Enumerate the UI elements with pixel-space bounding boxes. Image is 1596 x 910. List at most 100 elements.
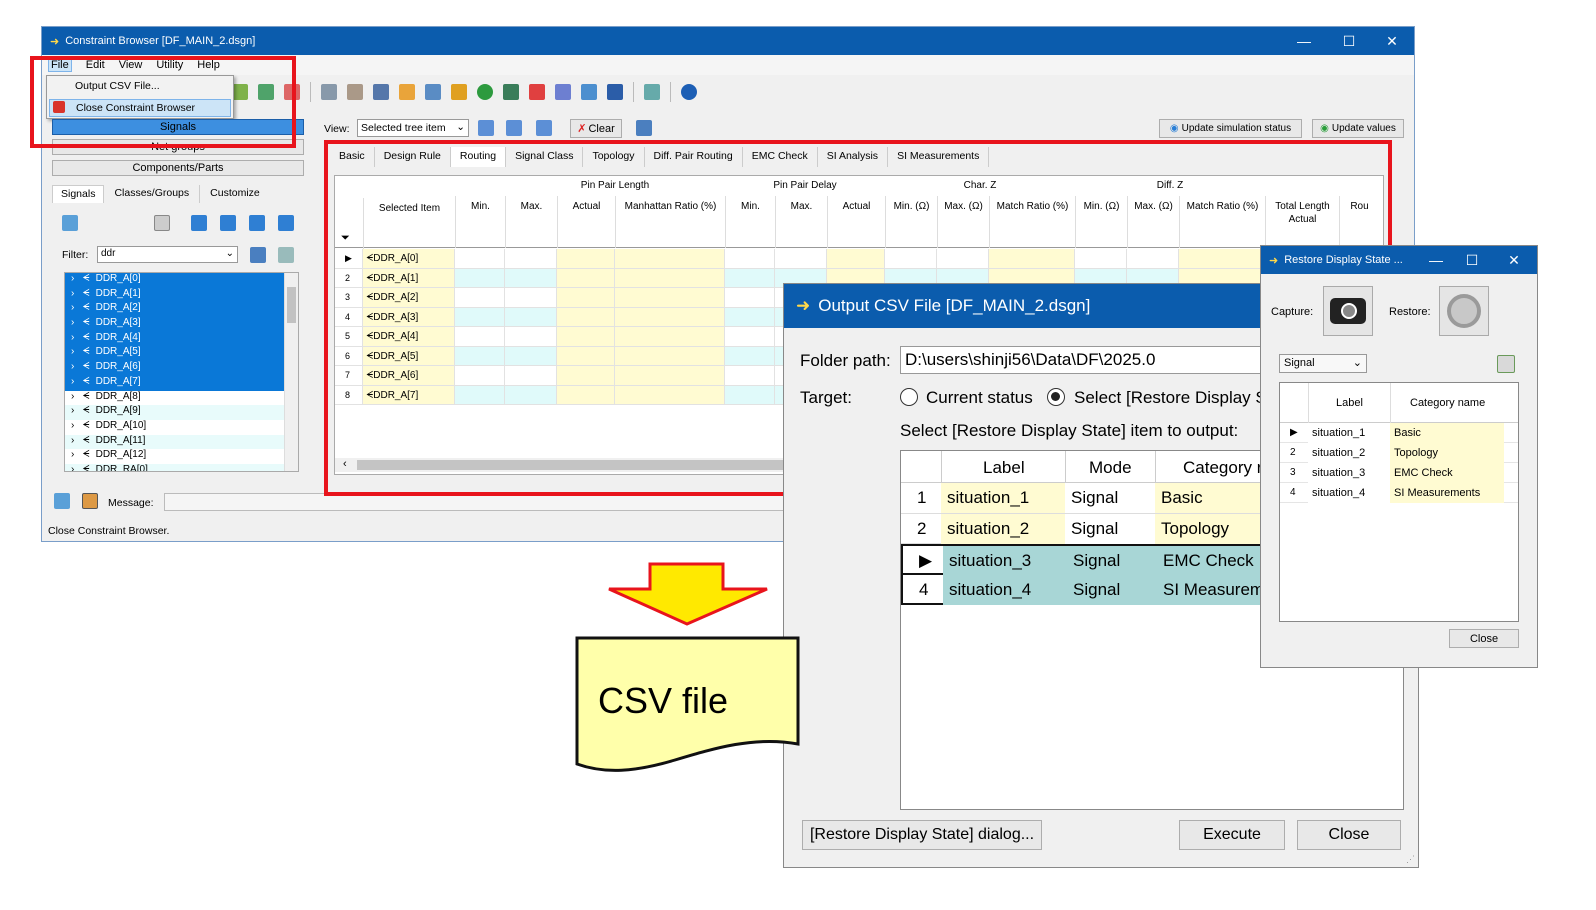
tool-pen-icon[interactable]	[284, 84, 300, 100]
grid-cell[interactable]	[775, 249, 827, 269]
grid-column-header[interactable]: Manhattan Ratio (%)	[615, 196, 725, 248]
radio-select-state[interactable]	[1047, 388, 1065, 406]
grid-tab[interactable]: Diff. Pair Routing	[645, 147, 743, 167]
restore-table-row[interactable]: 4 situation_4 SI Measurements	[1280, 483, 1518, 503]
grid-cell[interactable]	[505, 307, 557, 327]
filter-clear-icon[interactable]	[278, 247, 294, 263]
grid-cell[interactable]	[455, 307, 505, 327]
filter-combo[interactable]: ddr ⌄	[97, 246, 238, 263]
tool-export-icon[interactable]	[373, 84, 389, 100]
tree-item[interactable]: › ᗕ DDR_A[11]	[65, 434, 298, 450]
percent-icon[interactable]	[278, 215, 294, 231]
grid-cell[interactable]	[827, 249, 885, 269]
grid-cell[interactable]	[557, 288, 615, 308]
grid-cell[interactable]	[1075, 249, 1127, 269]
menu-view[interactable]: View	[119, 59, 143, 71]
menu-help[interactable]: Help	[197, 59, 220, 71]
grid-tab[interactable]: Topology	[583, 147, 645, 167]
message-icon[interactable]	[82, 493, 98, 509]
view-combo[interactable]: Selected tree item ⌄	[357, 119, 469, 137]
grid-cell[interactable]	[557, 366, 615, 386]
tree-expand-icon[interactable]: ›	[71, 361, 74, 372]
grid-column-header[interactable]: Match Ratio (%)	[1179, 196, 1265, 248]
net-groups-button[interactable]: Net groups	[52, 139, 304, 155]
grid-cell[interactable]	[615, 346, 725, 366]
tree-item[interactable]: › ᗕ DDR_A[3]	[65, 317, 298, 332]
tab-signals[interactable]: Signals	[52, 185, 105, 203]
execute-button[interactable]: Execute	[1179, 820, 1285, 850]
grid-hscroll-thumb[interactable]	[357, 460, 797, 470]
grid-cell[interactable]	[725, 366, 775, 386]
grid-cell[interactable]	[615, 307, 725, 327]
view-tool4-icon[interactable]	[636, 120, 652, 136]
grid-row[interactable]: ▶ ᗕDDR_A[0]	[335, 249, 1383, 269]
grid-column-header[interactable]: Min.	[455, 196, 505, 248]
grid-column-header[interactable]: Min. (Ω)	[885, 196, 937, 248]
grid-column-header[interactable]: Max.	[775, 196, 827, 248]
grid-cell[interactable]	[615, 366, 725, 386]
grid-cell[interactable]	[989, 249, 1075, 269]
tab-customize[interactable]: Customize	[200, 185, 270, 203]
tree-item[interactable]: › ᗕ DDR_A[1]	[65, 287, 298, 303]
tree-item[interactable]: › ᗕ DDR_A[4]	[65, 331, 298, 347]
tree-item[interactable]: › ᗕ DDR_A[5]	[65, 346, 298, 362]
grid-cell[interactable]	[1127, 249, 1179, 269]
view-tool2-icon[interactable]	[506, 120, 522, 136]
grid-cell[interactable]	[455, 385, 505, 405]
tree-expand-icon[interactable]: ›	[71, 346, 74, 357]
tree-item[interactable]: › ᗕ DDR_A[6]	[65, 361, 298, 376]
restore-minimize-icon[interactable]: —	[1421, 246, 1451, 274]
tree-item[interactable]: › ᗕ DDR_A[12]	[65, 449, 298, 464]
grid-column-header[interactable]: Max. (Ω)	[937, 196, 989, 248]
tool-table-icon[interactable]	[425, 84, 441, 100]
resize-grip-icon[interactable]: ⋰	[1406, 854, 1415, 865]
restore-button[interactable]	[1439, 286, 1489, 336]
help-icon[interactable]	[681, 84, 697, 100]
menu-edit[interactable]: Edit	[86, 59, 105, 71]
tool-grid-icon[interactable]	[321, 84, 337, 100]
scroll-left-icon[interactable]: ‹	[343, 458, 347, 470]
grid-cell[interactable]	[455, 268, 505, 288]
grid-cell[interactable]	[725, 288, 775, 308]
grid-cell[interactable]	[937, 249, 989, 269]
grid-cell[interactable]	[725, 249, 775, 269]
grid-cell[interactable]	[505, 327, 557, 347]
tree-item[interactable]: › ᗕ DDR_A[7]	[65, 375, 298, 391]
tool-route-icon[interactable]	[258, 84, 274, 100]
tool-arrow-icon[interactable]	[503, 84, 519, 100]
tree-expand-icon[interactable]: ›	[71, 449, 74, 460]
grid-cell[interactable]	[615, 385, 725, 405]
maximize-icon[interactable]: ☐	[1329, 27, 1369, 55]
tree-scroll-thumb[interactable]	[287, 287, 296, 323]
tree-item[interactable]: › ᗕ DDR_A[0]	[65, 273, 298, 288]
tree-item[interactable]: › ᗕ DDR_A[10]	[65, 420, 298, 435]
grid-filter-icon[interactable]: ⏷	[341, 232, 350, 245]
grid-cell[interactable]	[455, 249, 505, 269]
grid-cell[interactable]	[557, 268, 615, 288]
grid-tab[interactable]: EMC Check	[743, 147, 818, 167]
grid-column-header[interactable]: Actual	[557, 196, 615, 248]
menu-utility[interactable]: Utility	[156, 59, 183, 71]
tool-link-icon[interactable]	[644, 84, 660, 100]
tool-list-icon[interactable]	[347, 84, 363, 100]
tool-graph-icon[interactable]	[555, 84, 571, 100]
expand-icon[interactable]	[191, 215, 207, 231]
update-values-button[interactable]: ◉ Update values	[1312, 119, 1404, 138]
grid-cell[interactable]	[557, 307, 615, 327]
home-icon[interactable]	[62, 215, 78, 231]
grid-tab[interactable]: Design Rule	[375, 147, 451, 167]
tree-expand-icon[interactable]: ›	[71, 420, 74, 431]
tree-expand-icon[interactable]: ›	[71, 317, 74, 328]
components-parts-button[interactable]: Components/Parts	[52, 160, 304, 176]
grid-cell[interactable]	[455, 346, 505, 366]
restore-close-button[interactable]: Close	[1449, 629, 1519, 648]
tool-plot-icon[interactable]	[581, 84, 597, 100]
grid-column-header[interactable]: Min. (Ω)	[1075, 196, 1127, 248]
grid-column-header[interactable]: Selected Item	[363, 198, 455, 250]
filter-apply-icon[interactable]	[250, 247, 266, 263]
menu-item-close-browser[interactable]: Close Constraint Browser	[49, 99, 231, 117]
grid-cell[interactable]	[505, 288, 557, 308]
restore-table-row[interactable]: ▶ situation_1 Basic	[1280, 423, 1518, 443]
tree-expand-icon[interactable]: ›	[71, 435, 74, 446]
grid-tab[interactable]: SI Measurements	[888, 147, 990, 167]
